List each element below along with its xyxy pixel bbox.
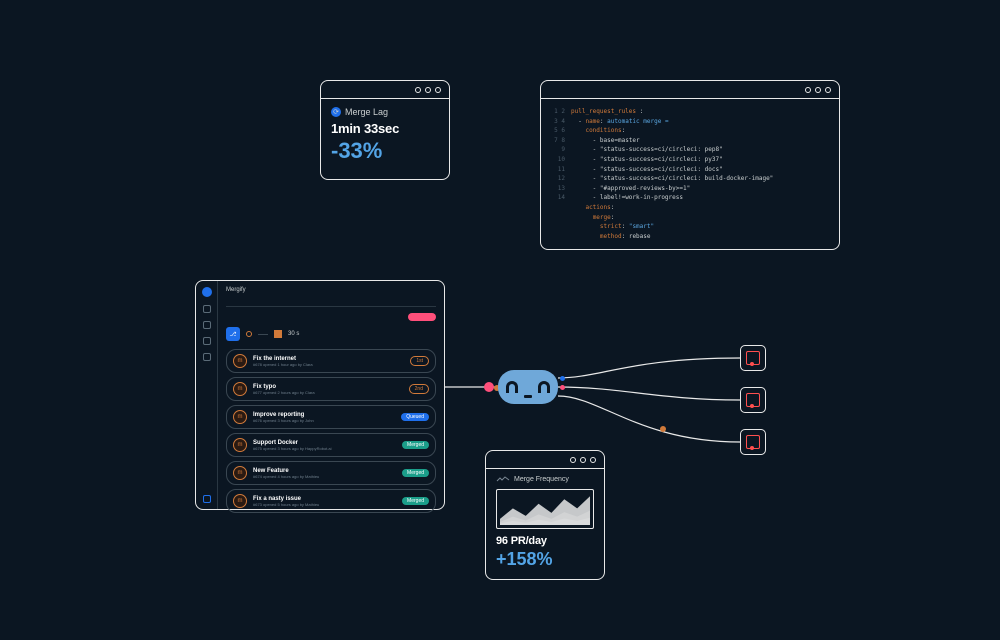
merge-lag-value: 1min 33sec bbox=[331, 121, 439, 136]
queue-item-badge: Merged bbox=[402, 497, 429, 505]
sidebar-icon[interactable] bbox=[203, 337, 211, 345]
sidebar-icon[interactable] bbox=[203, 353, 211, 361]
sidebar-icon-active[interactable] bbox=[203, 495, 211, 503]
node-blue-r1 bbox=[560, 376, 565, 381]
window-controls bbox=[486, 451, 604, 469]
node-pink bbox=[484, 382, 494, 392]
avatar-icon: m bbox=[233, 382, 247, 396]
queue-item[interactable]: mFix a nasty issue#673 opened 5 hours ag… bbox=[226, 489, 436, 513]
queue-item-sub: #677 opened 2 hours ago by Clara bbox=[253, 390, 403, 395]
queue-item-sub: #678 opened 1 hour ago by Clara bbox=[253, 362, 404, 367]
status-dot-icon bbox=[246, 331, 252, 337]
yaml-config-panel: 1 2 3 4 5 6 7 8 9 10 11 12 13 14 pull_re… bbox=[540, 80, 840, 250]
target-server-3 bbox=[740, 429, 766, 455]
gauge-icon: ⟳ bbox=[331, 107, 341, 117]
merge-lag-delta: -33% bbox=[331, 138, 439, 164]
queue-item-badge: Merged bbox=[402, 469, 429, 477]
sidebar bbox=[196, 281, 218, 509]
queue-item-badge: 1st bbox=[410, 356, 429, 366]
queue-item[interactable]: mImprove reporting#676 opened 3 hours ag… bbox=[226, 405, 436, 429]
node-orange-r3 bbox=[660, 426, 666, 432]
queue-item[interactable]: mNew Feature#674 opened 4 hours ago by M… bbox=[226, 461, 436, 485]
tab-strip[interactable] bbox=[226, 299, 436, 307]
status-chip-icon: ⎇ bbox=[226, 327, 240, 341]
node-pink-r2 bbox=[560, 385, 565, 390]
status-row: ⎇ 30 s bbox=[226, 327, 436, 341]
target-server-2 bbox=[740, 387, 766, 413]
queue-item-sub: #673 opened 5 hours ago by Mathieu bbox=[253, 502, 396, 507]
window-controls bbox=[541, 81, 839, 99]
queue-item[interactable]: mFix typo#677 opened 2 hours ago by Clar… bbox=[226, 377, 436, 401]
mergify-bot-icon bbox=[498, 370, 558, 404]
status-eta: 30 s bbox=[288, 331, 299, 337]
queue-item-badge: Queued bbox=[401, 413, 429, 421]
brand-name: Mergify bbox=[226, 287, 436, 293]
merge-queue-panel: Mergify ⎇ 30 s mFix the internet#678 ope… bbox=[195, 280, 445, 510]
avatar-icon: m bbox=[233, 438, 247, 452]
merge-frequency-panel: Merge Frequency 96 PR/day +158% bbox=[485, 450, 605, 580]
sidebar-icon[interactable] bbox=[203, 321, 211, 329]
merge-freq-delta: +158% bbox=[496, 549, 594, 570]
merge-freq-chart bbox=[496, 489, 594, 529]
target-server-1 bbox=[740, 345, 766, 371]
queue-item-badge: 2nd bbox=[409, 384, 429, 394]
sidebar-icon[interactable] bbox=[203, 305, 211, 313]
merge-lag-title: Merge Lag bbox=[345, 107, 388, 117]
queue-item-badge: Merged bbox=[402, 441, 429, 449]
avatar-icon: m bbox=[233, 410, 247, 424]
action-pill[interactable] bbox=[408, 313, 436, 321]
merge-lag-panel: ⟳ Merge Lag 1min 33sec -33% bbox=[320, 80, 450, 180]
queue-item[interactable]: mSupport Docker#675 opened 3 hours ago b… bbox=[226, 433, 436, 457]
merge-freq-title: Merge Frequency bbox=[514, 476, 569, 483]
queue-item-sub: #674 opened 4 hours ago by Mathieu bbox=[253, 474, 396, 479]
merge-freq-value: 96 PR/day bbox=[496, 535, 594, 547]
sparkline-icon bbox=[496, 475, 510, 483]
avatar-icon: m bbox=[233, 494, 247, 508]
avatar-icon: m bbox=[233, 466, 247, 480]
queue-item-sub: #676 opened 3 hours ago by John bbox=[253, 418, 395, 423]
avatar-icon: m bbox=[233, 354, 247, 368]
flag-icon bbox=[274, 330, 282, 338]
yaml-code: pull_request_rules : - name: automatic m… bbox=[571, 107, 773, 241]
queue-item[interactable]: mFix the internet#678 opened 1 hour ago … bbox=[226, 349, 436, 373]
mergify-logo-icon bbox=[202, 287, 212, 297]
queue-item-sub: #675 opened 3 hours ago by HappyRobot.ai bbox=[253, 446, 396, 451]
window-controls bbox=[321, 81, 449, 99]
